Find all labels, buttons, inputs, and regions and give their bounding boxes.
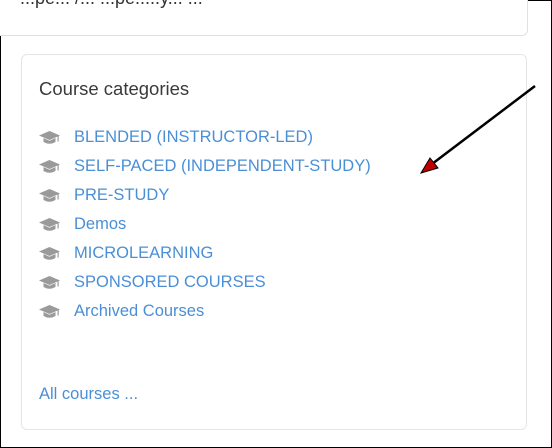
graduation-cap-icon [39,159,60,173]
graduation-cap-icon [39,275,60,289]
category-link-sponsored[interactable]: SPONSORED COURSES [74,273,266,292]
list-item: SPONSORED COURSES [39,268,371,297]
list-item: Archived Courses [39,297,371,326]
graduation-cap-icon [39,246,60,260]
block-title: Course categories [39,78,190,99]
list-item: SELF-PACED (INDEPENDENT-STUDY) [39,152,371,181]
category-list: BLENDED (INSTRUCTOR-LED) SELF-PACED (IND… [39,123,371,326]
course-categories-block: Course categories BLENDED (INSTRUCTOR-LE… [21,54,527,430]
category-link-demos[interactable]: Demos [74,215,126,234]
previous-block-bottom: ...pe... /... ...pe.....y... ... [0,0,528,36]
category-link-microlearning[interactable]: MICROLEARNING [74,244,213,263]
graduation-cap-icon [39,304,60,318]
list-item: PRE-STUDY [39,181,371,210]
list-item: BLENDED (INSTRUCTOR-LED) [39,123,371,152]
list-item: MICROLEARNING [39,239,371,268]
graduation-cap-icon [39,217,60,231]
category-link-archived[interactable]: Archived Courses [74,302,204,321]
graduation-cap-icon [39,188,60,202]
graduation-cap-icon [39,130,60,144]
category-link-self-paced[interactable]: SELF-PACED (INDEPENDENT-STUDY) [74,157,371,176]
cut-off-text: ...pe... /... ...pe.....y... ... [20,0,203,9]
category-link-blended[interactable]: BLENDED (INSTRUCTOR-LED) [74,128,313,147]
list-item: Demos [39,210,371,239]
all-courses-link[interactable]: All courses ... [39,385,138,404]
category-link-pre-study[interactable]: PRE-STUDY [74,186,169,205]
